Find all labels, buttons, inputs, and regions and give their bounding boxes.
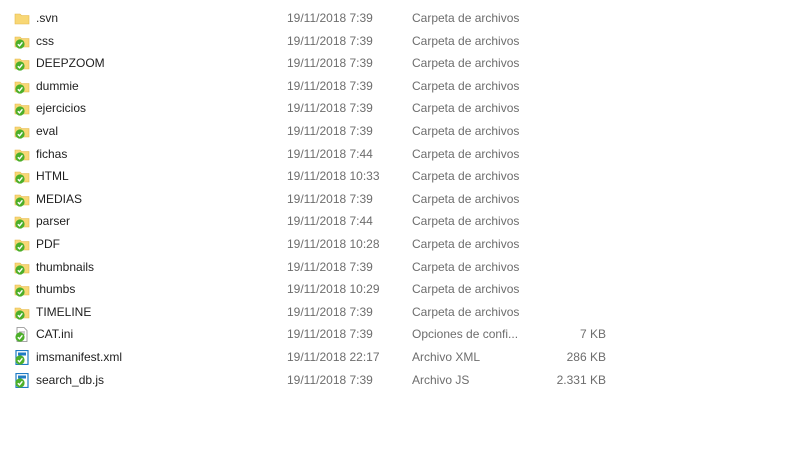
file-name: css [36, 33, 54, 48]
file-type: Carpeta de archivos [412, 282, 520, 297]
file-type: Carpeta de archivos [412, 146, 520, 161]
file-row[interactable]: .svn 19/11/2018 7:39 Carpeta de archivos [0, 7, 800, 30]
file-date-modified: 19/11/2018 22:17 [287, 349, 380, 364]
folder-synced-icon [14, 56, 30, 71]
file-name: eval [36, 123, 59, 138]
file-date-modified: 19/11/2018 7:44 [287, 146, 373, 161]
file-type: Carpeta de archivos [412, 191, 520, 206]
folder-synced-icon [14, 34, 30, 49]
folder-synced-icon [14, 79, 30, 94]
xml-file-synced-icon [14, 349, 30, 366]
file-row[interactable]: imsmanifest.xml 19/11/2018 22:17 Archivo X… [0, 346, 800, 369]
file-type: Archivo XML [412, 349, 481, 364]
file-name: parser [36, 214, 71, 229]
ini-file-synced-icon [14, 327, 30, 343]
file-row[interactable]: TIMELINE 19/11/2018 7:39 Carpeta de archiv… [0, 301, 800, 324]
file-row[interactable]: css 19/11/2018 7:39 Carpeta de archivos [0, 30, 800, 53]
file-row[interactable]: fichas 19/11/2018 7:44 Carpeta de archivos [0, 143, 800, 166]
file-name: CAT.ini [36, 327, 74, 342]
file-row[interactable]: DEEPZOOM 19/11/2018 7:39 Carpeta de archiv… [0, 52, 800, 75]
folder-synced-icon [14, 260, 30, 275]
file-name: dummie [36, 78, 79, 93]
file-type: Carpeta de archivos [412, 56, 520, 71]
file-date-modified: 19/11/2018 10:33 [287, 169, 380, 184]
file-date-modified: 19/11/2018 7:39 [287, 304, 373, 319]
file-type: Carpeta de archivos [412, 78, 520, 93]
folder-synced-icon [14, 282, 30, 297]
file-name: search_db.js [36, 372, 105, 387]
file-name: fichas [36, 146, 68, 161]
file-name: DEEPZOOM [36, 56, 105, 71]
file-type: Carpeta de archivos [412, 33, 520, 48]
file-size: 2.331 KB [556, 372, 606, 387]
file-date-modified: 19/11/2018 7:39 [287, 259, 373, 274]
file-name: PDF [36, 236, 60, 251]
file-type: Carpeta de archivos [412, 304, 520, 319]
file-type: Opciones de confi... [412, 327, 519, 342]
file-date-modified: 19/11/2018 7:39 [287, 56, 373, 71]
file-name: MEDIAS [36, 191, 83, 206]
file-row[interactable]: eval 19/11/2018 7:39 Carpeta de archivos [0, 120, 800, 143]
file-type: Carpeta de archivos [412, 101, 520, 116]
file-name: TIMELINE [36, 304, 92, 319]
file-row[interactable]: CAT.ini 19/11/2018 7:39 Opciones de confi.… [0, 323, 800, 346]
file-row[interactable]: ejercicios 19/11/2018 7:39 Carpeta de arch… [0, 97, 800, 120]
file-name: imsmanifest.xml [36, 349, 123, 364]
file-date-modified: 19/11/2018 7:39 [287, 11, 373, 25]
file-row[interactable]: thumbnails 19/11/2018 7:39 Carpeta de arch… [0, 256, 800, 279]
file-row[interactable]: dummie 19/11/2018 7:39 Carpeta de archivos [0, 75, 800, 98]
folder-synced-icon [14, 214, 30, 229]
file-type: Archivo JS [412, 372, 470, 387]
file-date-modified: 19/11/2018 7:39 [287, 191, 373, 206]
file-row[interactable]: MEDIAS 19/11/2018 7:39 Carpeta de archivos [0, 188, 800, 211]
file-type: Carpeta de archivos [412, 259, 520, 274]
folder-synced-icon [14, 237, 30, 252]
file-date-modified: 19/11/2018 7:39 [287, 78, 373, 93]
file-type: Carpeta de archivos [412, 214, 520, 229]
file-row[interactable]: search_db.js 19/11/2018 7:39 Archivo JS 2.3… [0, 369, 800, 392]
file-name: ejercicios [36, 101, 87, 116]
file-date-modified: 19/11/2018 7:44 [287, 214, 373, 229]
folder-synced-icon [14, 192, 30, 207]
file-size: 286 KB [566, 349, 606, 364]
file-size: 7 KB [579, 327, 606, 342]
folder-synced-icon [14, 305, 30, 320]
folder-synced-icon [14, 124, 30, 139]
folder-icon [14, 11, 30, 26]
file-type: Carpeta de archivos [412, 169, 520, 184]
file-row[interactable]: HTML 19/11/2018 10:33 Carpeta de archivos [0, 165, 800, 188]
file-name: .svn [36, 11, 59, 25]
file-date-modified: 19/11/2018 7:39 [287, 33, 373, 48]
file-name: thumbs [36, 282, 76, 297]
folder-synced-icon [14, 147, 30, 162]
file-list: .svn 19/11/2018 7:39 Carpeta de archivos cs… [0, 7, 800, 391]
file-date-modified: 19/11/2018 7:39 [287, 372, 373, 387]
file-name: thumbnails [36, 259, 95, 274]
js-file-synced-icon [14, 372, 30, 388]
file-type: Carpeta de archivos [412, 11, 520, 25]
file-date-modified: 19/11/2018 7:39 [287, 101, 373, 116]
file-date-modified: 19/11/2018 7:39 [287, 123, 373, 138]
file-date-modified: 19/11/2018 10:28 [287, 236, 380, 251]
file-date-modified: 19/11/2018 10:29 [287, 282, 380, 297]
file-type: Carpeta de archivos [412, 236, 520, 251]
file-row[interactable]: PDF 19/11/2018 10:28 Carpeta de archivos [0, 233, 800, 256]
file-row[interactable]: parser 19/11/2018 7:44 Carpeta de archivos [0, 210, 800, 233]
file-name: HTML [36, 169, 69, 184]
folder-synced-icon [14, 101, 30, 116]
folder-synced-icon [14, 169, 30, 184]
file-row[interactable]: thumbs 19/11/2018 10:29 Carpeta de archivo… [0, 278, 800, 301]
file-type: Carpeta de archivos [412, 123, 520, 138]
file-date-modified: 19/11/2018 7:39 [287, 327, 373, 342]
